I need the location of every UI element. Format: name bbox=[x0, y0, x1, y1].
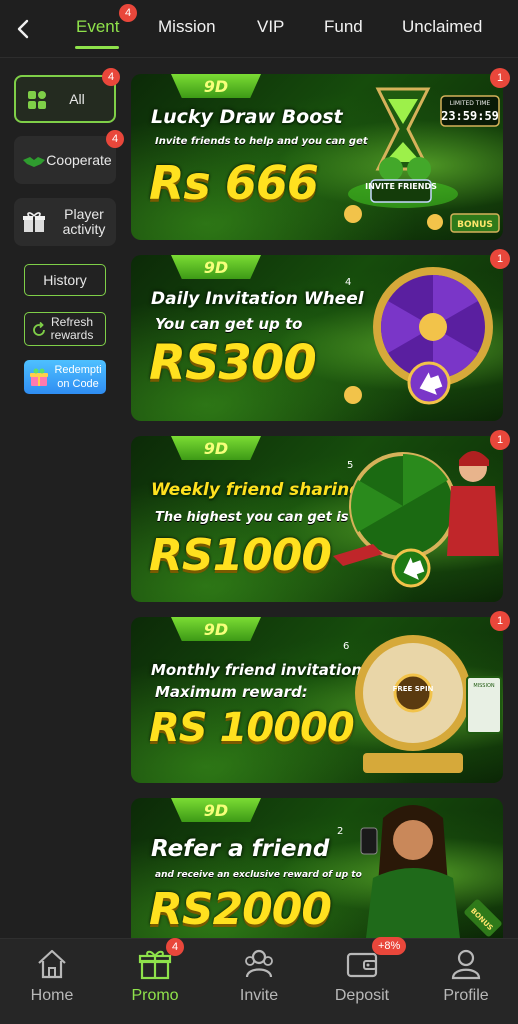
nav-label: Home bbox=[30, 987, 74, 1004]
countdown-timer: 23:59:59 bbox=[441, 109, 499, 123]
banner-amount: RS 10000 bbox=[149, 705, 355, 751]
gift-box-icon bbox=[30, 368, 48, 386]
promo-banner-refer-friend[interactable]: 9D Refer a friend and receive an exclusi… bbox=[131, 798, 503, 938]
hourglass-illustration: INVITE FRIENDS LIMITED TIME 23:59:59 BON… bbox=[344, 87, 500, 233]
free-spin-label: FREE SPIN bbox=[393, 685, 434, 693]
nav-promo[interactable]: Promo bbox=[110, 947, 200, 1011]
brand-tag: 9D bbox=[171, 617, 261, 641]
banner-subtitle: You can get up to bbox=[155, 315, 303, 333]
tab-fund[interactable]: Fund bbox=[324, 17, 363, 37]
grid-icon bbox=[28, 91, 46, 109]
active-tab-indicator bbox=[75, 46, 119, 49]
profile-icon bbox=[451, 949, 481, 980]
prize-wheel-illustration: 4 bbox=[344, 267, 493, 405]
step-number: 6 bbox=[343, 641, 349, 652]
history-button[interactable]: History bbox=[24, 264, 106, 296]
redemption-code-label: Redempti on Code bbox=[54, 364, 102, 390]
refresh-icon bbox=[33, 322, 45, 336]
promo-banner-monthly-invitations[interactable]: 9D Monthly friend invitations Maximum re… bbox=[131, 617, 503, 783]
tab-event-badge: 4 bbox=[119, 4, 137, 22]
top-nav: Event 4 Mission VIP Fund Unclaimed bbox=[0, 0, 518, 58]
refresh-rewards-button[interactable]: Refresh rewards bbox=[24, 312, 106, 346]
sidebar-item-player-activity[interactable]: Player activity bbox=[14, 198, 116, 246]
nav-label: Invite bbox=[239, 987, 279, 1004]
mission-label: MISSION bbox=[473, 683, 495, 689]
invite-friends-label: INVITE FRIENDS bbox=[365, 182, 437, 191]
banner-subtitle: The highest you can get is bbox=[155, 510, 349, 525]
tab-unclaimed[interactable]: Unclaimed bbox=[402, 17, 482, 37]
banner-amount: Rs 666 bbox=[149, 156, 319, 210]
limited-time-label: LIMITED TIME bbox=[450, 100, 491, 107]
home-icon bbox=[38, 949, 66, 979]
banner-title: Weekly friend sharing bbox=[151, 480, 362, 500]
sidebar-item-label: Cooperate bbox=[46, 152, 112, 168]
nav-deposit[interactable]: Deposit bbox=[317, 947, 407, 1011]
brand-tag: 9D bbox=[171, 255, 261, 279]
invite-icon bbox=[245, 949, 273, 978]
sidebar-item-all[interactable]: All bbox=[14, 75, 116, 123]
step-number: 5 bbox=[347, 460, 353, 471]
nav-home[interactable]: Home bbox=[7, 947, 97, 1011]
banner-title: Refer a friend bbox=[151, 836, 330, 862]
banner-amount: RS2000 bbox=[149, 884, 332, 935]
wheel-and-pilot-illustration: 5 bbox=[333, 451, 499, 588]
sidebar-item-cooperate[interactable]: Cooperate bbox=[14, 136, 116, 184]
tab-vip[interactable]: VIP bbox=[257, 17, 284, 37]
tab-mission[interactable]: Mission bbox=[158, 17, 216, 37]
banner-badge: 1 bbox=[490, 249, 510, 269]
nav-profile[interactable]: Profile bbox=[421, 947, 511, 1011]
tab-event[interactable]: Event bbox=[76, 17, 119, 37]
bottom-nav: Home Promo 4 Invite Deposit +8% Profile bbox=[0, 937, 518, 1024]
nav-label: Profile bbox=[443, 987, 489, 1004]
banner-badge: 1 bbox=[490, 430, 510, 450]
banner-subtitle: Maximum reward: bbox=[155, 683, 308, 701]
gift-icon bbox=[23, 212, 45, 232]
chevron-left-icon bbox=[17, 19, 29, 39]
banner-badge: 1 bbox=[490, 68, 510, 88]
nav-label: Promo bbox=[131, 987, 179, 1004]
nav-invite[interactable]: Invite bbox=[214, 947, 304, 1011]
banner-title: Lucky Draw Boost bbox=[151, 106, 343, 128]
handshake-icon bbox=[23, 157, 45, 167]
step-number: 4 bbox=[345, 277, 351, 288]
banner-amount: RS1000 bbox=[149, 530, 332, 581]
bonus-label: BONUS bbox=[457, 220, 493, 230]
brand-tag: 9D bbox=[171, 74, 261, 98]
promo-banner-weekly-sharing[interactable]: 9D Weekly friend sharing The highest you… bbox=[131, 436, 503, 602]
redemption-code-button[interactable]: Redempti on Code bbox=[24, 360, 106, 394]
history-label: History bbox=[43, 272, 87, 288]
refresh-label: Refresh rewards bbox=[50, 315, 94, 342]
sidebar-item-label: Player activity bbox=[62, 206, 106, 237]
sidebar-item-label: All bbox=[69, 91, 85, 107]
deposit-bonus-badge: +8% bbox=[372, 937, 407, 955]
promo-banner-daily-wheel[interactable]: 9D Daily Invitation Wheel You can get up… bbox=[131, 255, 503, 421]
promo-badge: 4 bbox=[166, 938, 184, 956]
nav-label: Deposit bbox=[334, 987, 390, 1004]
banner-amount: RS300 bbox=[149, 335, 317, 391]
banner-subtitle: and receive an exclusive reward of up to bbox=[155, 870, 362, 880]
cooperate-badge: 4 bbox=[106, 130, 124, 148]
all-badge: 4 bbox=[102, 68, 120, 86]
banner-title: Daily Invitation Wheel bbox=[151, 289, 364, 309]
banner-badge: 1 bbox=[490, 611, 510, 631]
brand-tag: 9D bbox=[171, 798, 261, 822]
back-button[interactable] bbox=[8, 12, 38, 46]
woman-with-phone-illustration: BONUS 2 bbox=[337, 805, 502, 938]
category-sidebar: All 4 Cooperate 4 Player activity Histor… bbox=[0, 58, 128, 938]
brand-tag: 9D bbox=[171, 436, 261, 460]
free-spin-wheel-illustration: FREE SPIN MISSION 6 bbox=[343, 635, 502, 773]
promo-banner-lucky-draw[interactable]: 9D Lucky Draw Boost Invite friends to he… bbox=[131, 74, 503, 240]
step-number: 2 bbox=[337, 826, 343, 837]
